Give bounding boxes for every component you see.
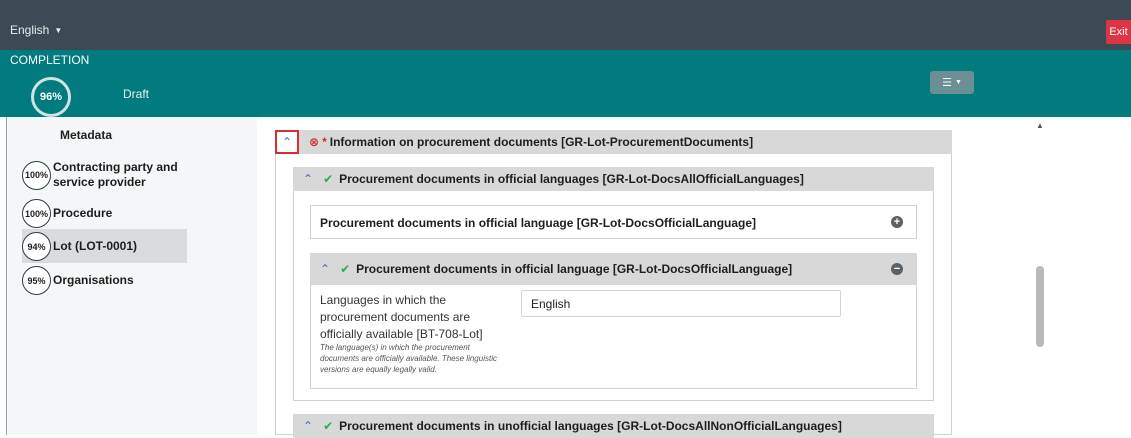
- chevron-up-icon[interactable]: ⌃: [320, 262, 330, 276]
- subsection-header[interactable]: ⌃ ✔ Procurement documents in official la…: [293, 167, 934, 191]
- sidebar-item-lot[interactable]: 94% Lot (LOT-0001): [22, 232, 137, 261]
- next-subsection-header[interactable]: ⌃ ✔ Procurement documents in unofficial …: [293, 414, 934, 438]
- sidebar-item-procedure[interactable]: 100% Procedure: [22, 199, 112, 228]
- field-label: Languages in which the procurement docum…: [320, 293, 483, 341]
- check-circle-icon: ✔: [323, 419, 334, 433]
- language-selector[interactable]: English ▼: [10, 23, 62, 37]
- chevron-up-icon[interactable]: ⌃: [303, 419, 313, 433]
- languages-input[interactable]: English: [521, 290, 841, 317]
- chevron-up-icon[interactable]: ⌃: [303, 172, 313, 186]
- section-header[interactable]: ⊗ * Information on procurement documents…: [275, 130, 952, 154]
- sidebar-item-label: Procedure: [53, 206, 113, 220]
- scrollbar-thumb[interactable]: [1036, 266, 1044, 347]
- sidebar-item-metadata[interactable]: Metadata: [60, 128, 112, 143]
- caret-down-icon: ▼: [954, 79, 962, 86]
- sidebar-item-label: Organisations: [53, 273, 134, 287]
- expanded-group-title: Procurement documents in official langua…: [356, 262, 793, 276]
- collapse-toggle-button[interactable]: ⌃: [275, 130, 299, 154]
- progress-badge: 95%: [22, 266, 51, 295]
- scroll-up-arrow[interactable]: ▲: [1036, 121, 1044, 130]
- sidebar-item-label: Contracting party and service provider: [53, 160, 178, 190]
- progress-badge: 100%: [22, 160, 51, 190]
- progress-badge: 94%: [22, 232, 51, 261]
- error-icon: ⊗: [309, 135, 320, 149]
- sidebar-item-organisations[interactable]: 95% Organisations: [22, 266, 134, 295]
- check-circle-icon: ✔: [340, 262, 351, 276]
- top-bar: [0, 0, 1131, 50]
- sidebar-item-contracting-party[interactable]: 100% Contracting party and service provid…: [22, 160, 178, 190]
- completion-label: COMPLETION: [10, 53, 90, 67]
- next-subsection-title: Procurement documents in unofficial lang…: [339, 419, 842, 433]
- completion-ring: 96%: [31, 77, 71, 117]
- language-label: English: [10, 23, 50, 37]
- subsection-title: Procurement documents in official langua…: [339, 172, 804, 186]
- sidebar-item-label-line2: service provider: [53, 175, 146, 189]
- section-title: Information on procurement documents [GR…: [329, 135, 754, 149]
- caret-down-icon: ▼: [54, 26, 63, 35]
- add-icon[interactable]: +: [891, 216, 903, 228]
- sidebar-item-label-line1: Contracting party and: [53, 160, 178, 174]
- check-circle-icon: ✔: [323, 172, 334, 186]
- field-help-text: The language(s) in which the procurement…: [320, 343, 497, 374]
- sidebar-item-label: Lot (LOT-0001): [53, 239, 138, 253]
- sliders-icon: ☰: [942, 77, 952, 89]
- chevron-up-icon: ⌃: [281, 135, 293, 149]
- filter-button[interactable]: ☰ ▼: [930, 71, 974, 94]
- required-marker: *: [322, 135, 327, 149]
- remove-icon[interactable]: −: [891, 263, 903, 275]
- sidebar-item-label: Metadata: [60, 128, 113, 142]
- exit-button[interactable]: Exit: [1106, 20, 1131, 44]
- progress-badge: 100%: [22, 199, 51, 228]
- expanded-group-header[interactable]: ⌃ ✔ Procurement documents in official la…: [310, 253, 917, 285]
- status-draft: Draft: [123, 87, 150, 101]
- collapsed-group-title: Procurement documents in official langua…: [320, 216, 757, 230]
